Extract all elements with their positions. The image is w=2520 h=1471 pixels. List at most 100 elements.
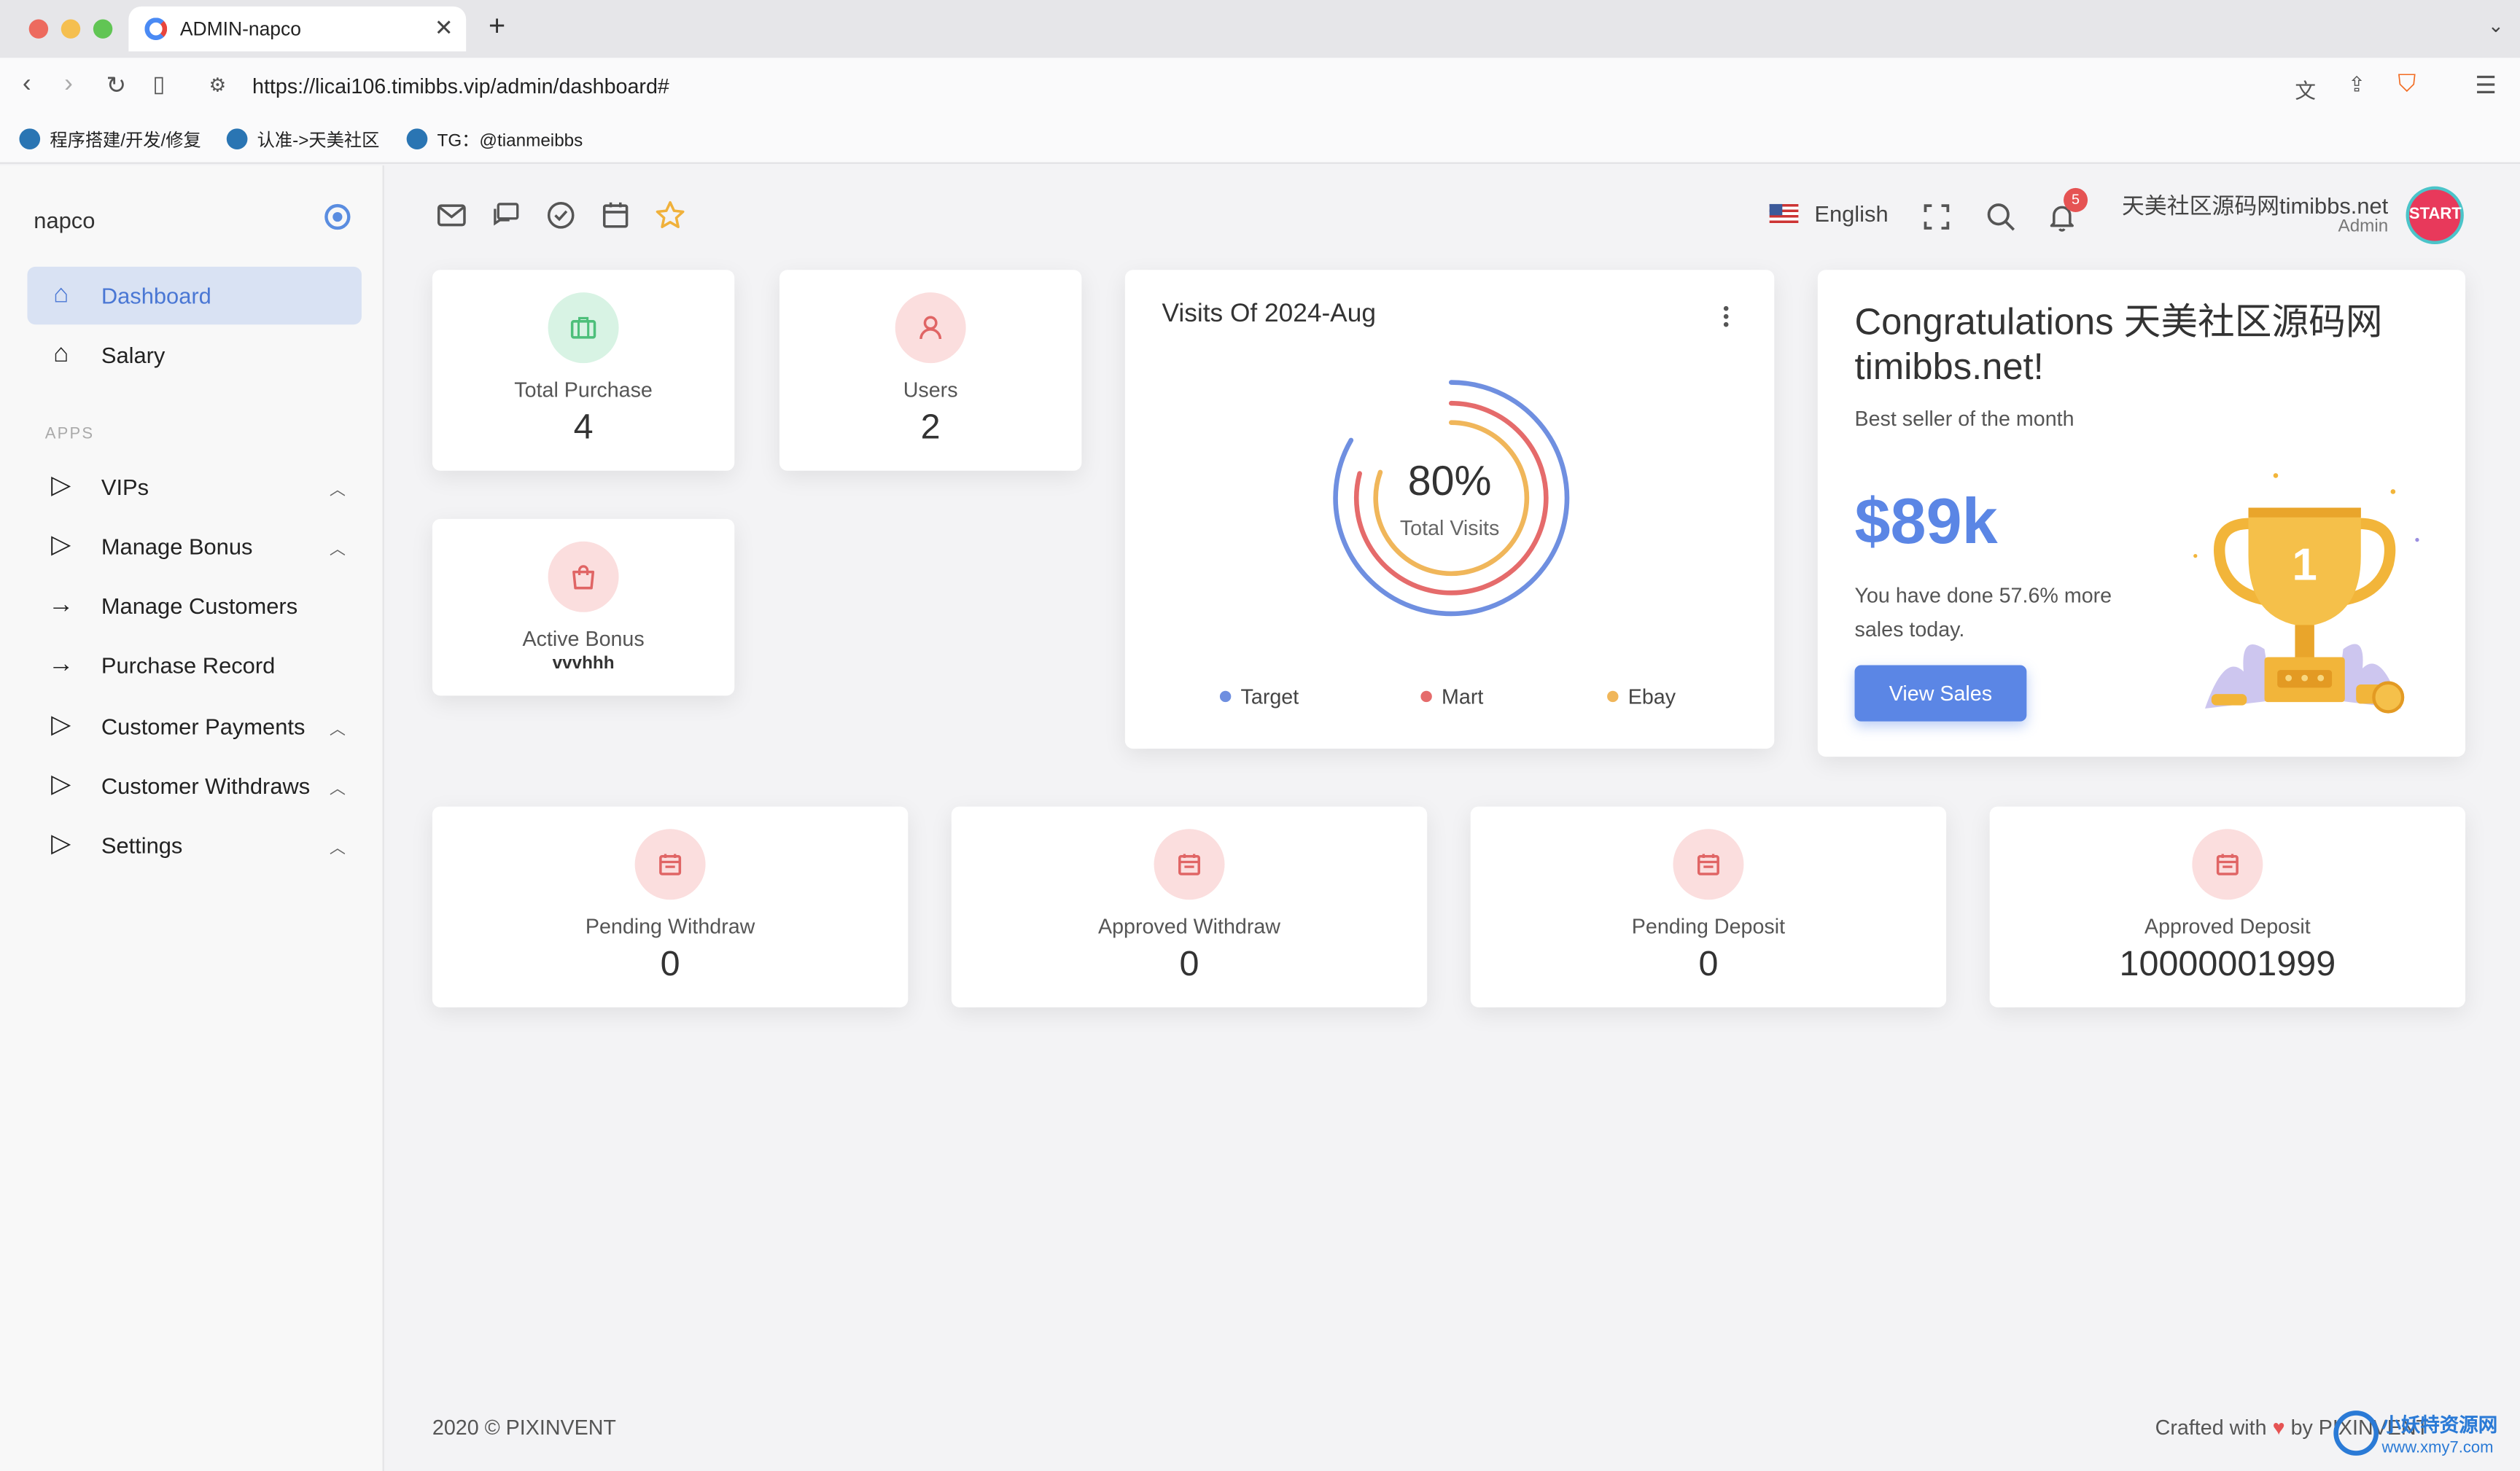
sidebar-item-label: Customer Payments: [101, 713, 306, 739]
legend-label: Target: [1240, 684, 1299, 709]
stat-value: 2: [920, 406, 941, 447]
forward-icon[interactable]: ›: [64, 71, 73, 100]
shopping-bag-icon: [548, 541, 619, 612]
stat-value: 4: [573, 406, 594, 447]
bookmarks-bar: 程序搭建/开发/修复 认准->天美社区 TG：@tianmeibbs: [0, 115, 2520, 164]
home-icon: ⌂: [53, 340, 69, 368]
watermark-circle-icon: [2333, 1410, 2379, 1456]
sidebar-item-manage-bonus[interactable]: ▷ Manage Bonus ︿: [27, 518, 361, 575]
bookmark-item[interactable]: 程序搭建/开发/修复: [19, 127, 201, 152]
sidebar: napco ⌂ Dashboard ⌂ Salary APPS ▷ VIPs ︿…: [0, 165, 384, 1471]
mail-icon[interactable]: [435, 199, 467, 231]
active-bonus-card: Active Bonus vvvhhh: [432, 518, 735, 696]
sidebar-item-customer-withdraws[interactable]: ▷ Customer Withdraws ︿: [27, 757, 361, 814]
tab-list-chevron-icon[interactable]: ⌄: [2488, 15, 2504, 37]
sidebar-item-label: Salary: [101, 342, 166, 368]
bookmark-icon[interactable]: ▯: [152, 71, 165, 98]
close-window-button[interactable]: [28, 19, 49, 39]
chevron-up-icon: ︿: [329, 840, 346, 858]
sidebar-item-purchase-record[interactable]: → Purchase Record: [27, 636, 361, 694]
stat-label: Users: [903, 377, 958, 402]
congrats-description: You have done 57.6% more sales today.: [1854, 583, 2112, 641]
trophy-number: 1: [2292, 539, 2317, 590]
play-icon: ▷: [51, 472, 71, 500]
watermark-text: 小妖特资源网: [2381, 1413, 2498, 1437]
chart-center-value: 80%: [1407, 456, 1492, 505]
stat-label: Approved Deposit: [2144, 914, 2311, 939]
footer-credit-prefix: Crafted with: [2155, 1415, 2267, 1440]
more-vertical-icon[interactable]: [1723, 305, 1730, 328]
reload-icon[interactable]: ↻: [106, 71, 126, 99]
arrow-right-icon: →: [48, 650, 74, 679]
sidebar-item-label: Customer Withdraws: [101, 773, 311, 799]
user-icon: [895, 292, 966, 364]
sidebar-section-label: APPS: [44, 426, 95, 444]
translate-icon[interactable]: 文: [2295, 74, 2316, 104]
brand-name[interactable]: napco: [34, 207, 95, 233]
legend-label: Mart: [1442, 684, 1484, 709]
play-icon: ▷: [51, 770, 71, 799]
brave-shield-icon[interactable]: ⛉: [2398, 71, 2416, 98]
congrats-subtitle: Best seller of the month: [1854, 406, 2074, 431]
visits-card: Visits Of 2024-Aug 80% Total Visits Targ…: [1124, 270, 1775, 749]
site-settings-icon[interactable]: ⚙: [209, 74, 227, 96]
sidebar-item-vips[interactable]: ▷ VIPs ︿: [27, 458, 361, 515]
legend-dot: [1607, 690, 1619, 703]
address-bar-row: ‹ › ↻ ▯ ⚙ https://licai106.timibbs.vip/a…: [0, 58, 2520, 116]
sidebar-item-customer-payments[interactable]: ▷ Customer Payments ︿: [27, 698, 361, 755]
search-icon[interactable]: [1985, 201, 2017, 233]
chevron-up-icon: ︿: [329, 721, 346, 739]
notification-badge: 5: [2064, 187, 2088, 212]
legend-label: Ebay: [1628, 684, 1676, 709]
watermark-logo: 小妖特资源网 www.xmy7.com: [2333, 1408, 2513, 1465]
browser-tab[interactable]: ADMIN-napco ✕: [128, 6, 467, 52]
share-icon[interactable]: ⇪: [2348, 72, 2365, 98]
congratulations-card: Congratulations 天美社区源码网timibbs.net! Best…: [1817, 270, 2466, 757]
pending-withdraw-card: Pending Withdraw 0: [432, 806, 909, 1007]
sidebar-item-manage-customers[interactable]: → Manage Customers: [27, 577, 361, 634]
menu-icon[interactable]: ☰: [2475, 71, 2497, 99]
sidebar-item-label: Purchase Record: [101, 652, 276, 679]
congrats-amount: $89k: [1854, 486, 1998, 558]
bookmark-item[interactable]: 认准->天美社区: [226, 127, 379, 152]
approved-deposit-card: Approved Deposit 10000001999: [1989, 806, 2466, 1007]
sidebar-item-salary[interactable]: ⌂ Salary: [27, 326, 361, 383]
chat-icon[interactable]: [490, 199, 522, 231]
tab-favicon-icon: [144, 17, 168, 41]
check-circle-icon[interactable]: [545, 199, 577, 231]
total-purchase-card: Total Purchase 4: [432, 270, 735, 471]
url-field[interactable]: https://licai106.timibbs.vip/admin/dashb…: [252, 74, 669, 98]
stat-value: 10000001999: [2119, 943, 2336, 983]
approved-withdraw-card: Approved Withdraw 0: [951, 806, 1428, 1007]
close-tab-icon[interactable]: ✕: [435, 15, 454, 42]
view-sales-button[interactable]: View Sales: [1854, 665, 2027, 722]
language-selector[interactable]: English: [1769, 201, 1889, 227]
back-icon[interactable]: ‹: [23, 71, 31, 100]
calendar-icon[interactable]: [599, 199, 631, 231]
stat-label: Active Bonus: [522, 626, 645, 651]
watermark-url: www.xmy7.com: [2381, 1439, 2494, 1458]
legend-item-target: Target: [1219, 684, 1299, 709]
sidebar-item-dashboard[interactable]: ⌂ Dashboard: [27, 266, 362, 325]
chevron-up-icon: ︿: [329, 482, 346, 500]
avatar[interactable]: START: [2406, 186, 2464, 245]
sidebar-item-label: VIPs: [101, 474, 149, 500]
maximize-window-button[interactable]: [93, 19, 113, 39]
briefcase-icon: [548, 292, 619, 364]
sidebar-toggle-icon[interactable]: [324, 203, 351, 230]
heart-icon: ♥: [2272, 1415, 2285, 1440]
stat-label: Pending Withdraw: [585, 914, 755, 939]
play-icon: ▷: [51, 711, 71, 739]
tab-title: ADMIN-napco: [179, 17, 301, 41]
sidebar-item-settings[interactable]: ▷ Settings ︿: [27, 816, 361, 874]
fullscreen-icon[interactable]: [1921, 201, 1953, 233]
star-icon[interactable]: [654, 199, 686, 231]
minimize-window-button[interactable]: [61, 19, 81, 39]
calendar-icon: [634, 829, 706, 900]
calendar-icon: [1673, 829, 1744, 900]
bookmark-item[interactable]: TG：@tianmeibbs: [406, 127, 583, 152]
new-tab-icon[interactable]: +: [489, 9, 505, 43]
stat-label: Total Purchase: [514, 377, 653, 402]
us-flag-icon: [1769, 203, 1799, 224]
bookmark-favicon-icon: [19, 128, 41, 149]
